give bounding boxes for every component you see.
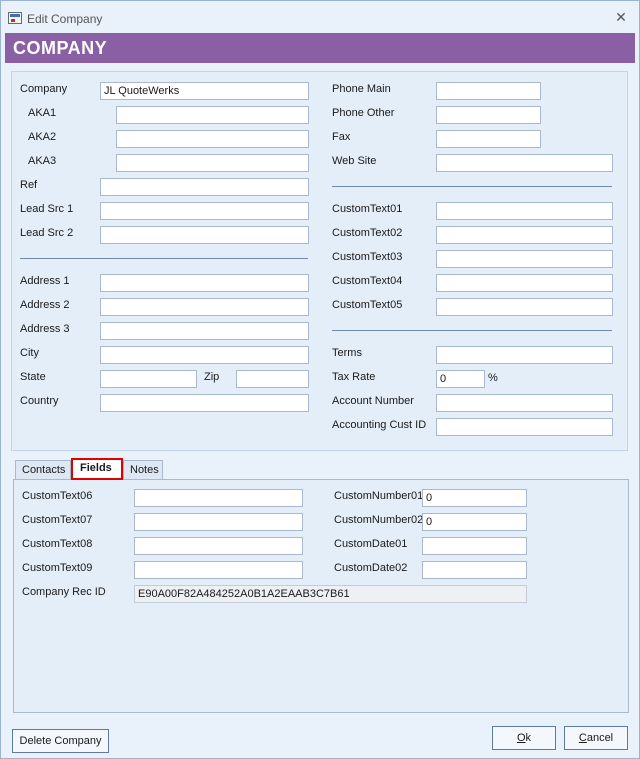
custom-text02-input[interactable] bbox=[436, 226, 613, 244]
web-site-label: Web Site bbox=[332, 155, 377, 167]
company-input[interactable]: JL QuoteWerks bbox=[100, 82, 309, 100]
left-divider-1 bbox=[20, 258, 308, 259]
custom-text03-label: CustomText03 bbox=[332, 251, 403, 263]
lead-src-2-input[interactable] bbox=[100, 226, 309, 244]
custom-text05-label: CustomText05 bbox=[332, 299, 403, 311]
custom-text05-input[interactable] bbox=[436, 298, 613, 316]
cancel-button[interactable]: Cancel bbox=[564, 726, 628, 750]
company-banner: COMPANY bbox=[5, 33, 635, 63]
custom-text09-label: CustomText09 bbox=[22, 562, 93, 574]
close-icon[interactable]: ✕ bbox=[613, 9, 629, 25]
cancel-button-mnemonic: C bbox=[578, 732, 587, 744]
address2-label: Address 2 bbox=[20, 299, 70, 311]
accounting-cust-id-label: Accounting Cust ID bbox=[332, 419, 427, 431]
ok-button[interactable]: Ok bbox=[492, 726, 556, 750]
custom-text04-label: CustomText04 bbox=[332, 275, 403, 287]
tax-rate-input[interactable]: 0 bbox=[436, 370, 485, 388]
custom-date02-label: CustomDate02 bbox=[334, 562, 408, 574]
address2-input[interactable] bbox=[100, 298, 309, 316]
ref-input[interactable] bbox=[100, 178, 309, 196]
fax-input[interactable] bbox=[436, 130, 541, 148]
custom-text04-input[interactable] bbox=[436, 274, 613, 292]
window-title: Edit Company bbox=[27, 12, 103, 26]
zip-input[interactable] bbox=[236, 370, 309, 388]
fax-label: Fax bbox=[332, 131, 351, 143]
address3-label: Address 3 bbox=[20, 323, 70, 335]
edit-company-window: Edit Company ✕ COMPANY Company JL QuoteW… bbox=[0, 0, 640, 759]
phone-other-input[interactable] bbox=[436, 106, 541, 124]
accounting-cust-id-input[interactable] bbox=[436, 418, 613, 436]
custom-text08-label: CustomText08 bbox=[22, 538, 93, 550]
phone-other-label: Phone Other bbox=[332, 107, 395, 119]
company-rec-id-value: E90A00F82A484252A0B1A2EAAB3C7B61 bbox=[134, 585, 527, 603]
company-label: Company bbox=[20, 83, 68, 95]
custom-date02-input[interactable] bbox=[422, 561, 527, 579]
custom-date01-input[interactable] bbox=[422, 537, 527, 555]
lead-src-2-label: Lead Src 2 bbox=[20, 227, 74, 239]
country-input[interactable] bbox=[100, 394, 309, 412]
title-bar[interactable]: Edit Company ✕ bbox=[1, 1, 639, 33]
custom-text06-label: CustomText06 bbox=[22, 490, 93, 502]
right-divider-2 bbox=[332, 330, 612, 331]
tax-rate-label: Tax Rate bbox=[332, 371, 376, 383]
address1-label: Address 1 bbox=[20, 275, 70, 287]
custom-text08-input[interactable] bbox=[134, 537, 303, 555]
address1-input[interactable] bbox=[100, 274, 309, 292]
phone-main-label: Phone Main bbox=[332, 83, 391, 95]
state-input[interactable] bbox=[100, 370, 197, 388]
banner-title: COMPANY bbox=[13, 38, 108, 58]
lead-src-1-input[interactable] bbox=[100, 202, 309, 220]
address3-input[interactable] bbox=[100, 322, 309, 340]
terms-input[interactable] bbox=[436, 346, 613, 364]
custom-number02-input[interactable]: 0 bbox=[422, 513, 527, 531]
tab-notes[interactable]: Notes bbox=[123, 460, 163, 480]
web-site-input[interactable] bbox=[436, 154, 613, 172]
phone-main-input[interactable] bbox=[436, 82, 541, 100]
detail-tabs: Contacts Fields Notes bbox=[13, 456, 629, 480]
state-label: State bbox=[20, 371, 46, 383]
aka1-label: AKA1 bbox=[28, 107, 57, 119]
aka3-label: AKA3 bbox=[28, 155, 57, 167]
aka2-input[interactable] bbox=[116, 130, 309, 148]
custom-text01-label: CustomText01 bbox=[332, 203, 403, 215]
custom-text09-input[interactable] bbox=[134, 561, 303, 579]
custom-number01-label: CustomNumber01 bbox=[334, 490, 424, 502]
ref-label: Ref bbox=[20, 179, 38, 191]
lead-src-1-label: Lead Src 1 bbox=[20, 203, 74, 215]
custom-text06-input[interactable] bbox=[134, 489, 303, 507]
aka3-input[interactable] bbox=[116, 154, 309, 172]
country-label: Country bbox=[20, 395, 59, 407]
zip-label: Zip bbox=[204, 371, 220, 383]
custom-date01-label: CustomDate01 bbox=[334, 538, 408, 550]
tax-rate-unit: % bbox=[488, 372, 498, 384]
custom-number02-label: CustomNumber02 bbox=[334, 514, 424, 526]
custom-text07-label: CustomText07 bbox=[22, 514, 93, 526]
custom-text07-input[interactable] bbox=[134, 513, 303, 531]
ok-button-mnemonic: O bbox=[516, 732, 526, 744]
aka1-input[interactable] bbox=[116, 106, 309, 124]
account-number-input[interactable] bbox=[436, 394, 613, 412]
fields-tab-panel: CustomText06 CustomText07 CustomText08 C… bbox=[13, 479, 629, 713]
app-icon bbox=[8, 12, 22, 24]
city-label: City bbox=[20, 347, 39, 359]
city-input[interactable] bbox=[100, 346, 309, 364]
delete-company-button[interactable]: Delete Company bbox=[12, 729, 109, 753]
ok-button-label: k bbox=[525, 732, 532, 744]
company-details-panel: Company JL QuoteWerks AKA1 AKA2 AKA3 Ref… bbox=[11, 71, 628, 451]
aka2-label: AKA2 bbox=[28, 131, 57, 143]
cancel-button-label: ancel bbox=[586, 732, 614, 744]
terms-label: Terms bbox=[332, 347, 362, 359]
tab-contacts[interactable]: Contacts bbox=[15, 460, 71, 480]
right-divider-1 bbox=[332, 186, 612, 187]
custom-text02-label: CustomText02 bbox=[332, 227, 403, 239]
custom-number01-input[interactable]: 0 bbox=[422, 489, 527, 507]
tab-fields[interactable]: Fields bbox=[71, 458, 123, 480]
custom-text01-input[interactable] bbox=[436, 202, 613, 220]
account-number-label: Account Number bbox=[332, 395, 414, 407]
custom-text03-input[interactable] bbox=[436, 250, 613, 268]
company-rec-id-label: Company Rec ID bbox=[22, 586, 106, 598]
